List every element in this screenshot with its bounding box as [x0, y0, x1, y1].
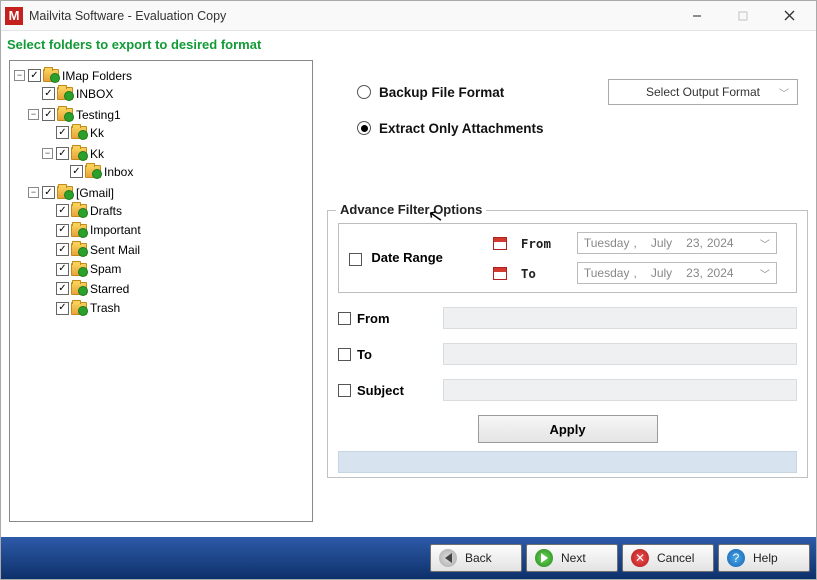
tree-node-kk1[interactable]: Kk [90, 124, 104, 142]
window-title: Mailvita Software - Evaluation Copy [29, 9, 226, 23]
checkbox[interactable]: ✓ [56, 282, 69, 295]
tree-node-sentmail[interactable]: Sent Mail [90, 241, 140, 259]
checkbox[interactable]: ✓ [56, 147, 69, 160]
folder-icon [71, 204, 87, 217]
tree-node-spam[interactable]: Spam [90, 260, 121, 278]
calendar-icon [493, 237, 507, 250]
folder-icon [71, 282, 87, 295]
folder-icon [71, 263, 87, 276]
folder-icon [85, 165, 101, 178]
folder-icon [57, 87, 73, 100]
bottom-band [338, 451, 797, 473]
subject-filter-label: Subject [357, 383, 443, 398]
date-to-input[interactable]: Tuesday, July 23, 2024 ﹀ [577, 262, 777, 284]
tree-node-root[interactable]: IMap Folders [62, 67, 132, 85]
back-icon [439, 549, 457, 567]
date-range-checkbox[interactable] [349, 253, 362, 266]
instruction-text: Select folders to export to desired form… [1, 31, 816, 56]
footer-bar: Back Next ✕Cancel ?Help [1, 537, 816, 579]
maximize-button[interactable] [720, 1, 766, 31]
advance-filter-fieldset: Advance Filter Options Date Range From T… [327, 210, 808, 478]
help-button[interactable]: ?Help [718, 544, 810, 572]
folder-icon [71, 243, 87, 256]
tree-node-inbox[interactable]: INBOX [76, 85, 113, 103]
to-filter-label: To [357, 347, 443, 362]
fieldset-legend: Advance Filter Options [336, 202, 486, 217]
checkbox[interactable]: ✓ [56, 302, 69, 315]
app-icon: M [5, 7, 23, 25]
folder-icon [71, 302, 87, 315]
checkbox[interactable]: ✓ [56, 204, 69, 217]
subject-filter-input[interactable] [443, 379, 797, 401]
checkbox[interactable]: ✓ [42, 108, 55, 121]
checkbox[interactable]: ✓ [28, 69, 41, 82]
tree-node-gmail[interactable]: [Gmail] [76, 184, 114, 202]
minimize-button[interactable] [674, 1, 720, 31]
date-from-input[interactable]: Tuesday, July 23, 2024 ﹀ [577, 232, 777, 254]
from-label: From [521, 236, 567, 251]
cancel-icon: ✕ [631, 549, 649, 567]
radio-backup-format[interactable] [357, 85, 371, 99]
chevron-down-icon: ﹀ [760, 266, 770, 281]
checkbox[interactable]: ✓ [70, 165, 83, 178]
tree-node-drafts[interactable]: Drafts [90, 202, 122, 220]
cancel-button[interactable]: ✕Cancel [622, 544, 714, 572]
radio-extract-attachments[interactable] [357, 121, 371, 135]
checkbox[interactable]: ✓ [42, 87, 55, 100]
from-filter-input[interactable] [443, 307, 797, 329]
output-format-placeholder: Select Output Format [646, 85, 760, 99]
app-window: M Mailvita Software - Evaluation Copy Se… [0, 0, 817, 580]
radio-backup-label: Backup File Format [379, 85, 504, 100]
folder-icon [71, 224, 87, 237]
from-filter-label: From [357, 311, 443, 326]
date-range-block: Date Range From Tuesday, July 23, 2024 ﹀ [338, 223, 797, 293]
chevron-down-icon: ﹀ [760, 236, 770, 251]
tree-node-inbox2[interactable]: Inbox [104, 163, 133, 181]
expander-icon[interactable]: − [28, 187, 39, 198]
next-icon [535, 549, 553, 567]
expander-icon[interactable]: − [42, 148, 53, 159]
title-bar: M Mailvita Software - Evaluation Copy [1, 1, 816, 31]
checkbox[interactable]: ✓ [56, 243, 69, 256]
checkbox[interactable]: ✓ [56, 126, 69, 139]
apply-button[interactable]: Apply [478, 415, 658, 443]
date-range-label: Date Range [371, 250, 443, 265]
from-checkbox[interactable] [338, 312, 351, 325]
help-icon: ? [727, 549, 745, 567]
expander-icon[interactable]: − [14, 70, 25, 81]
tree-node-important[interactable]: Important [90, 221, 141, 239]
options-panel: Backup File Format Select Output Format … [327, 60, 808, 529]
folder-icon [57, 108, 73, 121]
radio-extract-label: Extract Only Attachments [379, 121, 544, 136]
checkbox[interactable]: ✓ [56, 224, 69, 237]
folder-icon [71, 126, 87, 139]
back-button[interactable]: Back [430, 544, 522, 572]
tree-node-testing[interactable]: Testing1 [76, 106, 121, 124]
next-button[interactable]: Next [526, 544, 618, 572]
folder-tree[interactable]: −✓IMap Folders ✓INBOX −✓Testing1 ✓Kk −✓K… [14, 65, 308, 319]
folder-icon [71, 147, 87, 160]
checkbox[interactable]: ✓ [42, 186, 55, 199]
calendar-icon [493, 267, 507, 280]
to-filter-input[interactable] [443, 343, 797, 365]
expander-icon[interactable]: − [28, 109, 39, 120]
to-label: To [521, 266, 567, 281]
folder-icon [57, 186, 73, 199]
output-format-select[interactable]: Select Output Format ﹀ [608, 79, 798, 105]
tree-node-kk2[interactable]: Kk [90, 145, 104, 163]
to-checkbox[interactable] [338, 348, 351, 361]
chevron-down-icon: ﹀ [779, 85, 789, 100]
close-button[interactable] [766, 1, 812, 31]
tree-node-starred[interactable]: Starred [90, 280, 129, 298]
checkbox[interactable]: ✓ [56, 263, 69, 276]
folder-tree-panel: −✓IMap Folders ✓INBOX −✓Testing1 ✓Kk −✓K… [9, 60, 313, 522]
folder-icon [43, 69, 59, 82]
tree-node-trash[interactable]: Trash [90, 299, 120, 317]
subject-checkbox[interactable] [338, 384, 351, 397]
